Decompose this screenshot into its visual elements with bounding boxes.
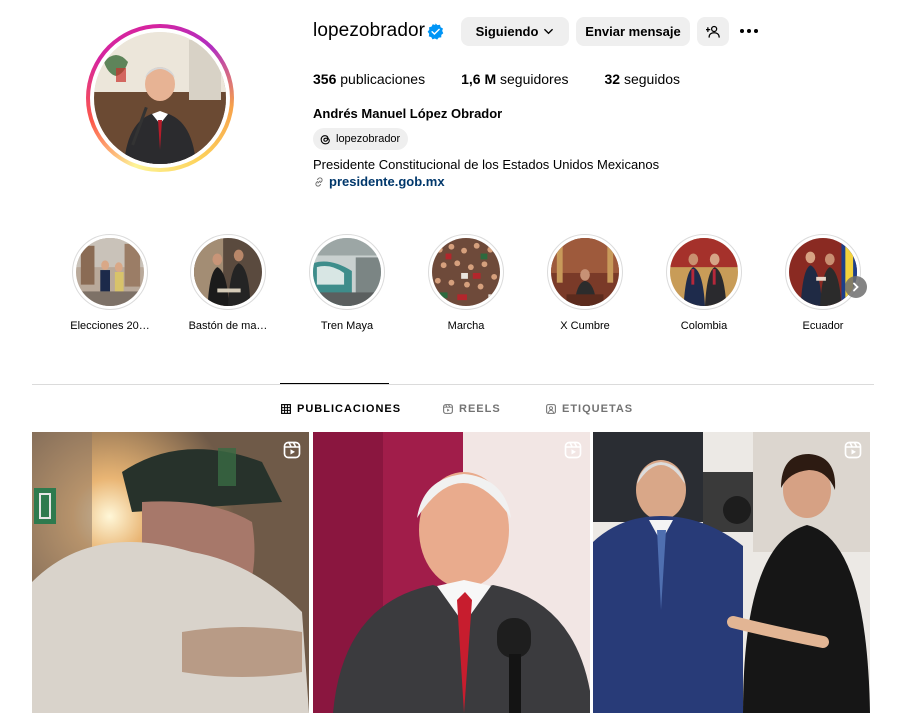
tab-publicaciones[interactable]: PUBLICACIONES (281, 403, 401, 415)
highlight-item[interactable]: Elecciones 20… (65, 234, 155, 332)
highlight-cover (194, 238, 262, 306)
highlight-label: Bastón de ma… (188, 320, 268, 332)
highlight-item[interactable]: Colombia (659, 234, 749, 332)
verified-badge-icon (427, 23, 444, 40)
highlight-label: Colombia (680, 320, 728, 332)
suggest-users-button[interactable] (697, 17, 729, 46)
highlight-label: Elecciones 20… (70, 320, 150, 332)
following-button-label: Siguiendo (475, 24, 539, 39)
chevron-down-icon (544, 28, 554, 35)
highlight-cover (789, 238, 857, 306)
profile-stats: 356 publicaciones 1,6 M seguidores 32 se… (313, 71, 716, 87)
highlight-item[interactable]: Marcha (421, 234, 511, 332)
post-photo (313, 432, 590, 713)
threads-handle: lopezobrador (336, 133, 401, 145)
reels-icon (443, 404, 453, 414)
highlight-cover (432, 238, 500, 306)
highlight-item[interactable]: Bastón de ma… (183, 234, 273, 332)
profile-bio: Presidente Constitucional de los Estados… (313, 157, 660, 172)
reel-icon (564, 441, 582, 459)
highlight-label: X Cumbre (560, 320, 610, 332)
tagged-icon (546, 404, 556, 414)
posts-count: 356 (313, 71, 337, 87)
add-person-icon (705, 25, 720, 38)
post-photo (593, 432, 870, 713)
posts-stat: 356 publicaciones (313, 71, 425, 87)
tab-etiquetas[interactable]: ETIQUETAS (546, 403, 633, 415)
following-button[interactable]: Siguiendo (461, 17, 569, 46)
post-tile[interactable] (32, 432, 309, 713)
threads-badge[interactable]: lopezobrador (313, 128, 409, 150)
grid-icon (281, 404, 291, 414)
followers-label: seguidores (500, 71, 569, 87)
dot-icon (747, 29, 751, 33)
post-photo (32, 432, 309, 713)
highlight-cover (670, 238, 738, 306)
highlight-label: Ecuador (802, 320, 844, 332)
profile-username: lopezobrador (313, 20, 426, 41)
highlight-cover (551, 238, 619, 306)
more-options-button[interactable] (737, 21, 761, 41)
posts-label: publicaciones (340, 71, 426, 87)
highlight-cover (76, 238, 144, 306)
highlight-item[interactable]: X Cumbre (540, 234, 630, 332)
dot-icon (754, 29, 758, 33)
reel-icon (283, 441, 301, 459)
following-label: seguidos (623, 71, 681, 87)
profile-avatar[interactable] (86, 24, 234, 172)
dot-icon (740, 29, 744, 33)
followers-count: 1,6 M (461, 71, 497, 87)
highlight-cover (313, 238, 381, 306)
tab-reels[interactable]: REELS (443, 403, 501, 415)
reel-icon (844, 441, 862, 459)
profile-link[interactable]: presidente.gob.mx (313, 174, 445, 189)
highlight-label: Tren Maya (320, 320, 374, 332)
link-icon (315, 176, 323, 187)
highlight-label: Marcha (447, 320, 485, 332)
chevron-right-icon (853, 282, 859, 292)
following-stat[interactable]: 32 seguidos (605, 71, 681, 87)
active-tab-indicator (280, 383, 389, 384)
tab-label: REELS (459, 403, 501, 415)
highlights-next-button[interactable] (845, 276, 867, 298)
tabs-divider (32, 384, 874, 385)
threads-icon (320, 134, 330, 144)
tab-label: PUBLICACIONES (297, 403, 402, 415)
send-message-label: Enviar mensaje (585, 24, 681, 39)
profile-link-text: presidente.gob.mx (329, 174, 445, 189)
post-tile[interactable] (313, 432, 590, 713)
following-count: 32 (604, 71, 621, 87)
post-tile[interactable] (593, 432, 870, 713)
followers-stat[interactable]: 1,6 M seguidores (461, 71, 568, 87)
tab-label: ETIQUETAS (562, 403, 634, 415)
profile-full-name: Andrés Manuel López Obrador (313, 106, 503, 121)
avatar-photo (94, 32, 226, 164)
highlight-item[interactable]: Tren Maya (302, 234, 392, 332)
send-message-button[interactable]: Enviar mensaje (576, 17, 690, 46)
